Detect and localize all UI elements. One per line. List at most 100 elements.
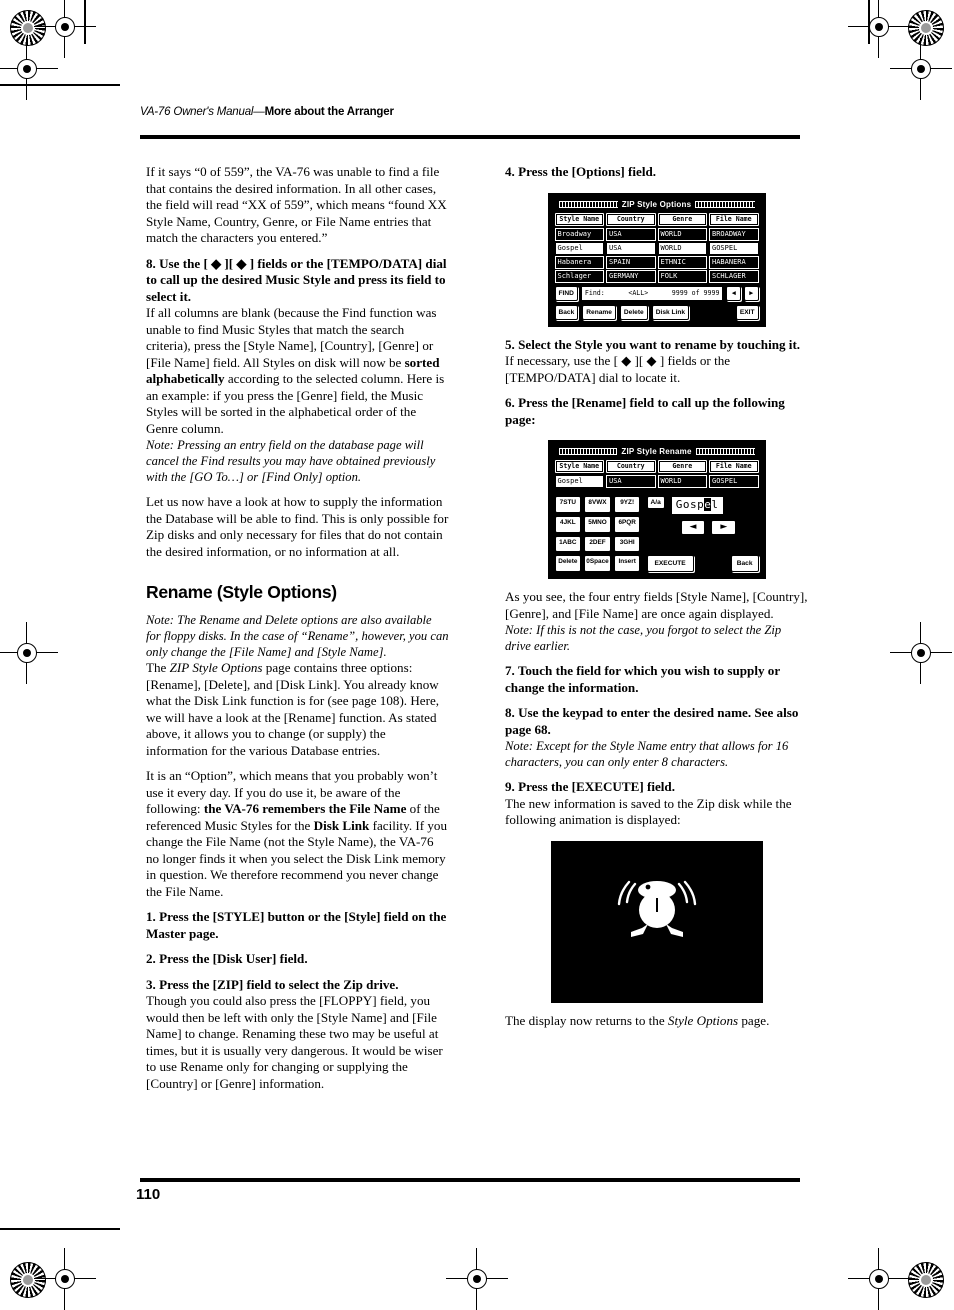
find-label: Find: <box>584 288 605 297</box>
find-field[interactable]: Find: <ALL> 9999 of 9999 <box>580 285 724 301</box>
lcd-screenshot-style-rename: ZIP Style Rename Style Name Country Genr… <box>547 440 766 579</box>
entry-genre[interactable]: WORLD <box>657 475 707 488</box>
cell-country[interactable]: GERMANY <box>606 269 656 283</box>
registration-mark-mid-left <box>0 622 58 684</box>
column-header-style-name[interactable]: Style Name <box>554 212 604 226</box>
cell-genre[interactable]: WORLD <box>657 227 707 241</box>
key-delete[interactable]: Delete <box>554 555 582 572</box>
key-letters: Delete <box>558 558 578 566</box>
step-4: 4. Press the [Options] field. <box>505 164 657 179</box>
key-8[interactable]: 8VWX <box>584 496 611 513</box>
cursor-right-button[interactable]: ► <box>711 520 737 535</box>
key-3[interactable]: 3GHI <box>613 535 641 553</box>
cell-style-name[interactable]: Schlager <box>554 269 604 283</box>
key-letters: Insert <box>618 558 636 566</box>
registration-mark-top-left-2 <box>0 38 58 100</box>
table-row-selected[interactable]: Gospel USA WORLD GOSPEL <box>554 241 759 255</box>
closing-italic: Style Options <box>667 1012 739 1028</box>
find-icon[interactable]: FIND <box>554 285 578 301</box>
step-3: 3. Press the [ZIP] field to select the Z… <box>146 976 399 992</box>
crop-line-top-left-h <box>0 84 120 86</box>
lcd-title-bar: ZIP Style Options <box>555 199 759 211</box>
header-separator: — <box>253 106 265 118</box>
key-letters: MNO <box>591 518 607 526</box>
entry-file-name[interactable]: GOSPEL <box>709 475 759 488</box>
cell-genre[interactable]: WORLD <box>657 241 707 255</box>
note-zip-drive: Note: If this is not the case, you forgo… <box>505 623 782 653</box>
running-header: VA-76 Owner's Manual—More about the Arra… <box>140 106 800 118</box>
find-count: 9999 of 9999 <box>671 288 720 297</box>
column-header-genre[interactable]: Genre <box>657 460 707 473</box>
column-header-genre[interactable]: Genre <box>657 212 707 226</box>
cell-genre[interactable]: FOLK <box>657 269 707 283</box>
page-number: 110 <box>136 1186 161 1203</box>
cell-file-name[interactable]: SCHLAGER <box>709 269 759 283</box>
cell-file-name[interactable]: HABANERA <box>709 255 759 269</box>
key-2[interactable]: 2DEF <box>584 535 611 553</box>
key-insert[interactable]: Insert <box>613 555 641 572</box>
entry-style-name[interactable]: Gospel <box>554 475 604 488</box>
key-0-space[interactable]: 0Space <box>584 555 611 572</box>
column-header-file-name[interactable]: File Name <box>709 212 759 226</box>
cell-genre[interactable]: ETHNIC <box>657 255 707 269</box>
registration-target-top-left <box>10 10 46 46</box>
registration-mark-top-left <box>34 0 96 58</box>
case-toggle-button[interactable]: A/a <box>646 496 665 509</box>
paragraph-option-warning: It is an “Option”, which means that you … <box>146 768 449 900</box>
key-4[interactable]: 4JKL <box>554 515 582 533</box>
column-header-style-name[interactable]: Style Name <box>554 460 604 473</box>
cell-style-name[interactable]: Broadway <box>554 227 604 241</box>
option-warning-bold-2: Disk Link <box>313 817 370 833</box>
table-row[interactable]: Broadway USA WORLD BROADWAY <box>554 227 759 241</box>
step-7: 7. Touch the field for which you wish to… <box>505 663 780 695</box>
manual-page: VA-76 Owner's Manual—More about the Arra… <box>0 0 954 1310</box>
execute-button[interactable]: EXECUTE <box>646 555 694 572</box>
exit-button[interactable]: EXIT <box>735 304 759 320</box>
keypad-area: 7STU 8VWX 9YZ! 4JKL 5MNO 6PQR 1ABC 2DEF … <box>554 496 759 572</box>
shaking-character-icon <box>617 880 696 937</box>
key-5[interactable]: 5MNO <box>584 515 611 533</box>
table-row[interactable]: Habanera SPAIN ETHNIC HABANERA <box>554 255 759 269</box>
column-header-country[interactable]: Country <box>606 212 656 226</box>
right-column: 4. Press the [Options] field. ZIP Style … <box>505 164 808 1029</box>
cell-file-name[interactable]: BROADWAY <box>709 227 759 241</box>
paragraph-zip-style-options: The ZIP Style Options page contains thre… <box>146 660 449 759</box>
column-header-file-name[interactable]: File Name <box>709 460 759 473</box>
step-5: 5. Select the Style you want to rename b… <box>505 336 801 352</box>
key-letters: ABC <box>562 538 577 546</box>
key-7[interactable]: 7STU <box>554 496 582 513</box>
cell-style-name[interactable]: Gospel <box>554 241 604 255</box>
next-arrow-button[interactable]: ► <box>743 285 759 301</box>
disk-link-button[interactable]: Disk Link <box>651 304 690 320</box>
prev-arrow-button[interactable]: ◄ <box>726 285 741 301</box>
key-letters: STU <box>563 499 576 506</box>
cursor-left-button[interactable]: ◄ <box>680 520 706 535</box>
name-after-cursor: l <box>711 498 719 511</box>
section-heading-rename: Rename (Style Options) <box>146 582 337 602</box>
column-header-country[interactable]: Country <box>606 460 656 473</box>
cell-file-name[interactable]: GOSPEL <box>709 241 759 255</box>
back-button[interactable]: Back <box>730 555 759 572</box>
rename-button[interactable]: Rename <box>582 304 616 320</box>
step-8-body-a: If all columns are blank (because the Fi… <box>146 305 437 370</box>
closing-a: The display now returns to the <box>505 1012 668 1028</box>
cell-country[interactable]: USA <box>606 241 656 255</box>
table-row-entry[interactable]: Gospel USA WORLD GOSPEL <box>554 475 759 488</box>
key-1[interactable]: 1ABC <box>554 535 582 553</box>
entry-country[interactable]: USA <box>606 475 656 488</box>
registration-mark-mid-right <box>890 622 952 684</box>
cell-country[interactable]: SPAIN <box>606 255 656 269</box>
key-9[interactable]: 9YZ! <box>613 496 641 513</box>
table-row[interactable]: Schlager GERMANY FOLK SCHLAGER <box>554 269 759 283</box>
key-6[interactable]: 6PQR <box>613 515 641 533</box>
cell-style-name[interactable]: Habanera <box>554 255 604 269</box>
back-button[interactable]: Back <box>554 304 579 320</box>
name-input-field[interactable]: Gospel <box>670 496 724 515</box>
cell-country[interactable]: USA <box>606 227 656 241</box>
delete-button[interactable]: Delete <box>619 304 648 320</box>
step-8-body: If all columns are blank (because the Fi… <box>146 305 449 437</box>
step-8-right: 8. Use the keypad to enter the desired n… <box>505 705 799 737</box>
paragraph-database-intro: Let us now have a look at how to supply … <box>146 494 449 559</box>
header-manual-title: VA-76 Owner's Manual <box>140 106 254 118</box>
step-5-body: If necessary, use the [ ◆ ][ ◆ ] fields … <box>505 353 731 385</box>
